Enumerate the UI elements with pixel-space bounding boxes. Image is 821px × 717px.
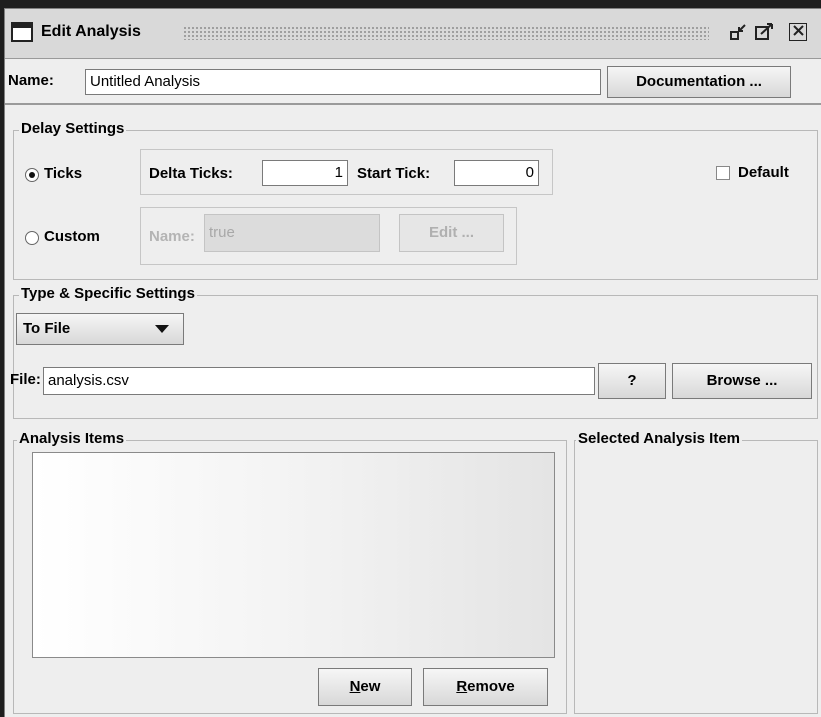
start-tick-label: Start Tick: — [357, 165, 431, 182]
ticks-label[interactable]: Ticks — [44, 165, 82, 182]
remove-button-label: emove — [467, 678, 515, 695]
minimize-icon-glyph — [730, 24, 746, 40]
edit-analysis-window: Edit Analysis Name: Untitled Analysis Do… — [4, 8, 821, 717]
start-tick-field[interactable]: 0 — [454, 160, 539, 186]
analysis-items-title: Analysis Items — [17, 430, 127, 447]
ticks-settings-box: Delta Ticks: 1 Start Tick: 0 — [140, 149, 553, 195]
new-button-mnemonic: N — [349, 678, 361, 695]
type-settings-title: Type & Specific Settings — [19, 285, 197, 302]
default-label[interactable]: Default — [738, 164, 789, 181]
maximize-icon-glyph — [755, 23, 773, 40]
custom-settings-box: Name: true Edit ... — [140, 207, 517, 265]
ticks-radio[interactable] — [25, 168, 39, 182]
remove-item-button[interactable]: Remove — [423, 668, 548, 706]
file-label: File: — [10, 371, 41, 388]
delay-settings-group: Delay Settings Ticks Delta Ticks: 1 Star… — [13, 120, 818, 280]
custom-name-field[interactable]: true — [204, 214, 380, 252]
dropdown-arrow-icon — [155, 325, 169, 333]
delta-ticks-field[interactable]: 1 — [262, 160, 348, 186]
type-dropdown-value: To File — [23, 320, 71, 337]
type-settings-group: Type & Specific Settings To File File: a… — [10, 285, 818, 419]
selected-analysis-item-title: Selected Analysis Item — [576, 430, 743, 447]
analysis-items-list[interactable] — [32, 452, 555, 658]
file-help-button[interactable]: ? — [598, 363, 666, 399]
file-path-field[interactable]: analysis.csv — [43, 367, 595, 395]
name-row: Name: Untitled Analysis Documentation ..… — [5, 61, 821, 105]
browse-button[interactable]: Browse ... — [672, 363, 812, 399]
custom-name-label: Name: — [149, 228, 195, 245]
type-dropdown[interactable]: To File — [16, 313, 184, 345]
close-icon-glyph — [792, 25, 804, 36]
custom-label[interactable]: Custom — [44, 228, 100, 245]
maximize-icon[interactable] — [755, 23, 773, 41]
edit-custom-button[interactable]: Edit ... — [399, 214, 504, 252]
name-label: Name: — [8, 72, 54, 89]
analysis-items-group: Analysis Items New Remove — [13, 430, 567, 714]
window-icon — [11, 22, 33, 42]
selected-analysis-item-group: Selected Analysis Item — [574, 430, 818, 714]
new-button-label: ew — [360, 678, 381, 695]
delta-ticks-label: Delta Ticks: — [149, 165, 233, 182]
analysis-name-field[interactable]: Untitled Analysis — [85, 69, 601, 95]
custom-radio[interactable] — [25, 231, 39, 245]
default-checkbox[interactable] — [716, 166, 730, 180]
close-icon[interactable] — [789, 23, 807, 41]
documentation-button[interactable]: Documentation ... — [607, 66, 791, 98]
title-bar-grip — [183, 26, 709, 40]
window-title: Edit Analysis — [41, 23, 141, 40]
minimize-icon[interactable] — [730, 23, 748, 41]
new-item-button[interactable]: New — [318, 668, 412, 706]
delay-settings-title: Delay Settings — [19, 120, 127, 137]
title-bar[interactable]: Edit Analysis — [5, 9, 821, 59]
remove-button-mnemonic: R — [456, 678, 468, 695]
